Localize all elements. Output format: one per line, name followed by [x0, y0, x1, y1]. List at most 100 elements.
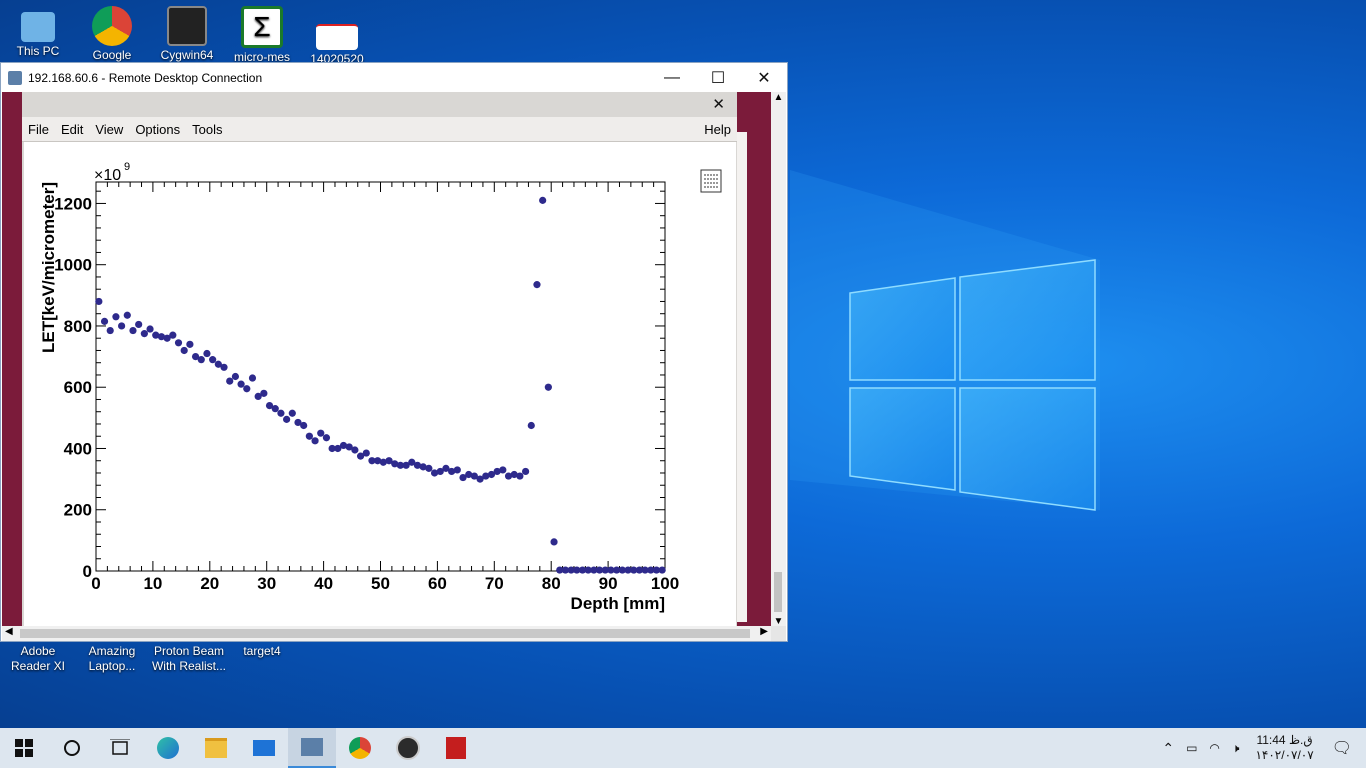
battery-icon[interactable]: ▭: [1180, 741, 1203, 755]
taskbar-remote-desktop[interactable]: [288, 728, 336, 768]
data-point: [305, 432, 313, 440]
data-point: [220, 363, 228, 371]
data-point: [539, 196, 547, 204]
plot-frame: [95, 181, 666, 572]
desktop-icon-label: Proton Beam With Realist...: [151, 644, 226, 673]
horizontal-scroll-thumb[interactable]: [20, 629, 750, 638]
data-point: [271, 405, 279, 413]
volume-icon[interactable]: 🕨: [1226, 741, 1246, 756]
clock-date: ۱۴۰۲/۰۷/۰۷: [1255, 748, 1314, 762]
menu-options[interactable]: Options: [129, 122, 186, 137]
notifications-icon[interactable]: 🗨: [1324, 738, 1366, 758]
vertical-scrollbar[interactable]: ▲ ▼: [771, 92, 786, 627]
desktop-icon-micro-mes[interactable]: Σ micro-mes: [226, 6, 298, 65]
desktop-icon-label: Cygwin64: [160, 48, 214, 62]
desktop-icon-cygwin[interactable]: Cygwin64: [151, 6, 223, 63]
data-point: [322, 434, 331, 442]
desktop-icon-this-pc[interactable]: This PC: [2, 6, 74, 59]
y-tick-label: 400: [64, 439, 92, 458]
chevron-up-icon[interactable]: ⌃: [1156, 740, 1180, 757]
data-point: [174, 339, 183, 347]
system-tray: ⌃ ▭ ◠ 🕨 11:44 ق.ظ ۱۴۰۲/۰۷/۰۷ 🗨: [1156, 728, 1366, 768]
search-button[interactable]: [48, 728, 96, 768]
windows-start-icon: [15, 739, 33, 757]
y-tick-label: 1000: [54, 256, 92, 275]
remote-desktop-area[interactable]: ✕ File Edit View Options Tools Help 0 200…: [2, 92, 771, 627]
y-tick-label: 800: [64, 317, 92, 336]
data-point: [231, 372, 240, 381]
menu-tools[interactable]: Tools: [186, 122, 228, 137]
menu-file[interactable]: File: [22, 122, 55, 137]
root-window-header: ✕: [22, 92, 737, 116]
data-point: [129, 326, 137, 335]
y-axis-multiplier: ×10: [94, 167, 121, 184]
x-tick-label: 20: [200, 574, 219, 593]
data-point: [123, 311, 131, 319]
data-point: [197, 356, 205, 364]
minimize-button[interactable]: —: [649, 63, 695, 92]
clock-time: 11:44 ق.ظ: [1256, 733, 1313, 747]
data-point: [453, 466, 461, 474]
taskbar-chrome[interactable]: [336, 728, 384, 768]
close-button[interactable]: ✕: [741, 63, 787, 92]
scroll-up-icon[interactable]: ▲: [771, 92, 786, 103]
menu-view[interactable]: View: [89, 122, 129, 137]
edge-icon: [157, 737, 179, 759]
data-point: [180, 346, 188, 355]
horizontal-scrollbar[interactable]: ◀ ▶: [2, 626, 771, 641]
rdp-window: 192.168.60.6 - Remote Desktop Connection…: [0, 62, 788, 642]
rdp-titlebar[interactable]: 192.168.60.6 - Remote Desktop Connection…: [1, 63, 787, 92]
data-point: [112, 313, 120, 321]
data-point: [658, 566, 666, 574]
x-tick-label: 50: [371, 574, 390, 593]
desktop-icon-14020520[interactable]: 14020520: [301, 6, 373, 67]
desktop-icon-adobe-reader[interactable]: Adobe Reader XI: [2, 644, 74, 674]
menu-edit[interactable]: Edit: [55, 122, 89, 137]
data-point: [248, 374, 257, 382]
y-axis-label: LET[keV/micrometer]: [39, 182, 58, 353]
data-point: [118, 322, 126, 330]
data-point: [226, 377, 234, 385]
resize-grip[interactable]: [771, 626, 786, 641]
data-point: [260, 389, 268, 397]
remote-desktop-icon: [301, 738, 323, 756]
x-tick-label: 100: [651, 574, 679, 593]
scroll-right-icon[interactable]: ▶: [760, 626, 768, 637]
start-button[interactable]: [0, 728, 48, 768]
taskbar-edge[interactable]: [144, 728, 192, 768]
taskbar-file-explorer[interactable]: [192, 728, 240, 768]
desktop-icon-label: target4: [243, 644, 281, 658]
desktop-icon-amazing-laptop[interactable]: Amazing Laptop...: [76, 644, 148, 674]
taskbar-adobe-reader[interactable]: [432, 728, 480, 768]
plot-canvas[interactable]: 0 200 400 600 800 1000 1200 0 10 20 30 40 50 60 70 80 90…: [24, 142, 736, 627]
desktop-icon-label: This PC: [16, 44, 60, 58]
data-point: [527, 421, 535, 430]
vertical-scroll-thumb[interactable]: [774, 572, 782, 612]
task-view-icon: [110, 739, 130, 755]
desktop-icon-google[interactable]: Google: [76, 6, 148, 63]
wifi-icon[interactable]: ◠: [1203, 741, 1225, 755]
menu-help[interactable]: Help: [698, 122, 737, 137]
desktop-icon-label: Google: [92, 48, 132, 62]
search-circle-icon: [64, 740, 80, 756]
root-close-button[interactable]: ✕: [712, 95, 725, 113]
data-point: [351, 446, 359, 454]
x-tick-label: 60: [428, 574, 447, 593]
x-axis-label: Depth [mm]: [571, 594, 665, 613]
remote-desktop-icon: [8, 70, 22, 85]
taskbar-mail[interactable]: [240, 728, 288, 768]
desktop-icon-proton-beam[interactable]: Proton Beam With Realist...: [151, 644, 226, 674]
data-point: [186, 340, 194, 348]
desktop-icon-target4[interactable]: target4: [226, 644, 298, 659]
y-axis-multiplier-exponent: 9: [124, 161, 130, 173]
task-view-button[interactable]: [96, 728, 144, 768]
scroll-left-icon[interactable]: ◀: [5, 626, 13, 637]
y-tick-label: 600: [64, 378, 92, 397]
maximize-button[interactable]: ☐: [695, 63, 741, 92]
clock[interactable]: 11:44 ق.ظ ۱۴۰۲/۰۷/۰۷: [1245, 733, 1323, 763]
data-point: [362, 449, 370, 457]
data-point: [288, 409, 296, 417]
taskbar-root-app[interactable]: [384, 728, 432, 768]
data-point: [146, 325, 154, 333]
data-point: [140, 330, 148, 338]
